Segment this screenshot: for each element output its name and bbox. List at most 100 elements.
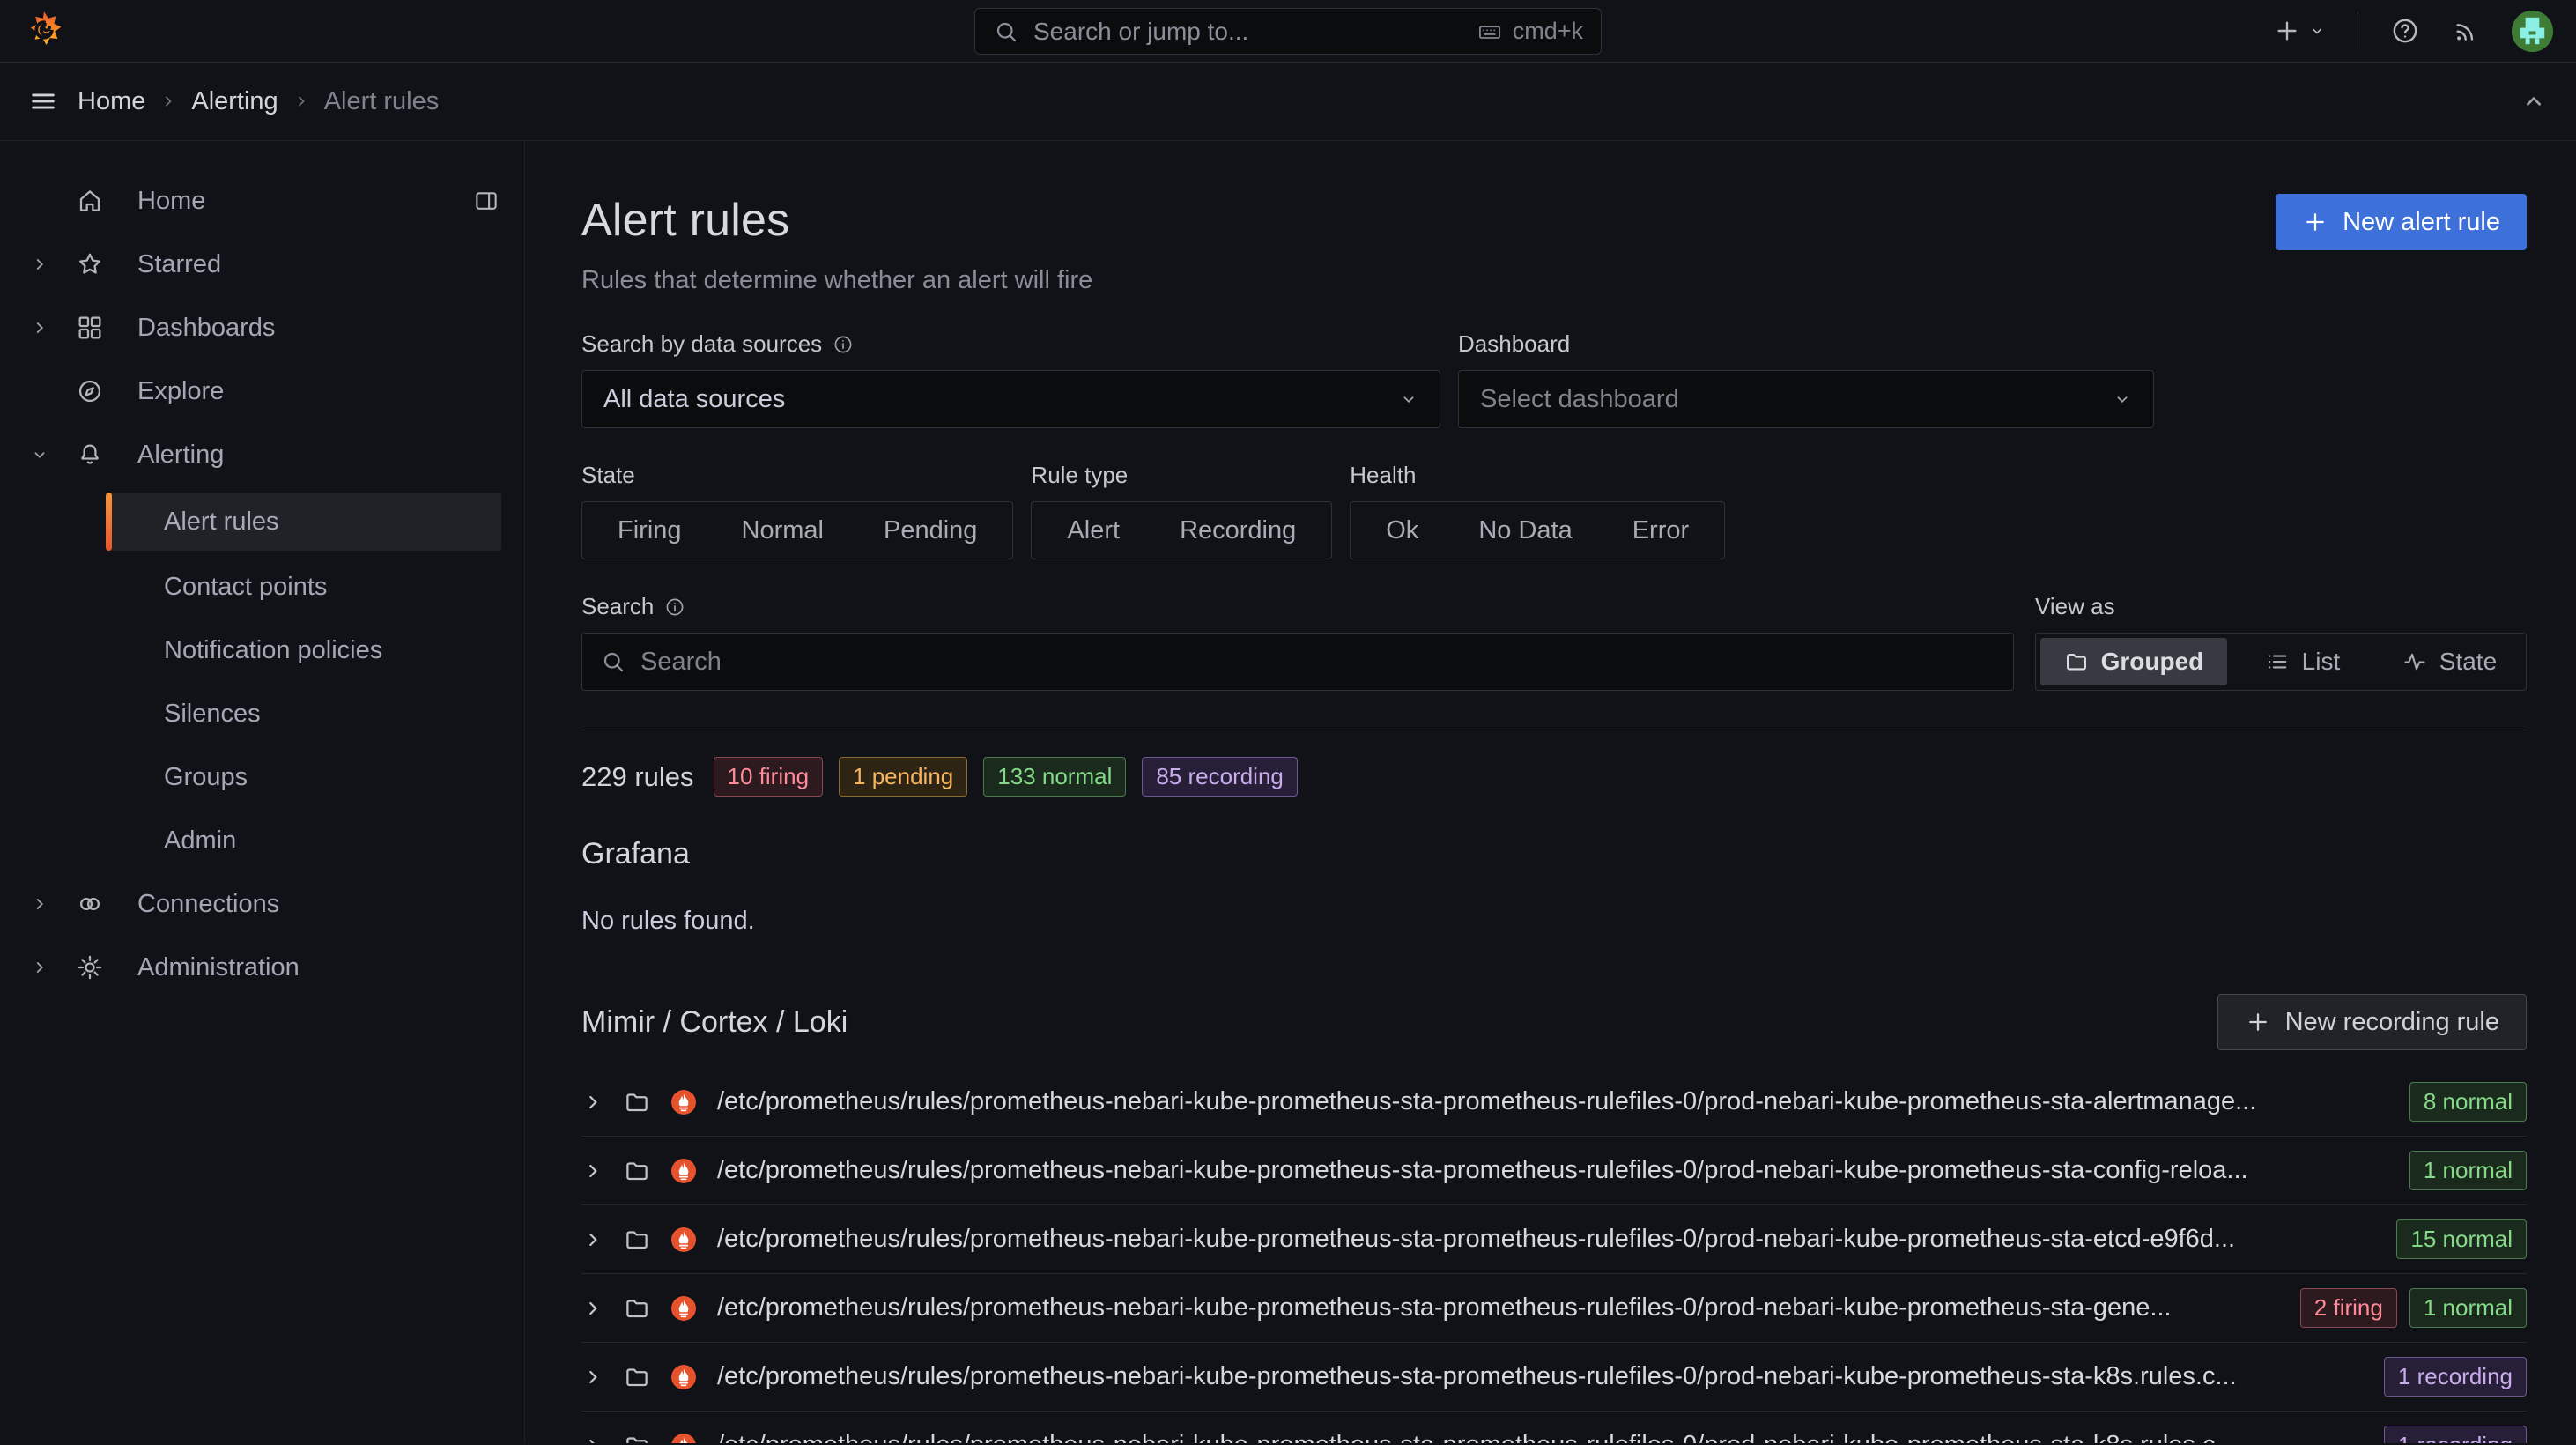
state-option-normal[interactable]: Normal [712, 516, 854, 545]
link-icon [65, 890, 115, 918]
mega-menu-toggle[interactable] [28, 86, 58, 116]
sidebar-item-explore[interactable]: Explore [0, 359, 524, 423]
chevron-right-icon[interactable] [581, 1366, 604, 1389]
breadcrumb: Home Alerting Alert rules [78, 87, 439, 116]
health-option-no-data[interactable]: No Data [1448, 516, 1602, 545]
sidebar-item-dashboards[interactable]: Dashboards [0, 296, 524, 359]
rule-group-row[interactable]: /etc/prometheus/rules/prometheus-nebari-… [581, 1205, 2527, 1274]
chevron-down-icon [1399, 389, 1418, 409]
plus-icon [2273, 17, 2301, 45]
state-filter-label: State [581, 462, 635, 489]
chevron-right-icon[interactable] [581, 1160, 604, 1182]
chevron-right-icon[interactable] [581, 1228, 604, 1251]
datasource-select-value: All data sources [603, 385, 1399, 414]
sidebar-item-starred[interactable]: Starred [0, 233, 524, 296]
pulse-icon [2402, 649, 2427, 674]
rule-group-path[interactable]: /etc/prometheus/rules/prometheus-nebari-… [717, 1087, 2256, 1116]
rule-group-path[interactable]: /etc/prometheus/rules/prometheus-nebari-… [717, 1293, 2172, 1323]
collapse-controls-button[interactable] [2520, 87, 2548, 115]
breadcrumb-alerting[interactable]: Alerting [191, 87, 278, 116]
sidebar-item-alerting[interactable]: Alerting [0, 423, 524, 486]
grafana-app: Search or jump to... cmd+k [0, 0, 2576, 1443]
rule-state-badge: 1 normal [2409, 1288, 2527, 1328]
chevron-right-icon[interactable] [14, 318, 65, 337]
grafana-section: Grafana No rules found. [581, 837, 2527, 936]
breadcrumb-home[interactable]: Home [78, 87, 145, 116]
rules-total-count: 229 rules [581, 761, 694, 793]
rule-group-path[interactable]: /etc/prometheus/rules/prometheus-nebari-… [717, 1362, 2237, 1391]
folder-icon [624, 1089, 650, 1115]
search-icon [600, 648, 626, 675]
topbar-search[interactable]: Search or jump to... cmd+k [974, 8, 1602, 55]
sidebar-item-groups[interactable]: Groups [106, 745, 501, 809]
view-as-state-button[interactable]: State [2378, 638, 2521, 685]
state-option-pending[interactable]: Pending [854, 516, 1007, 545]
sidebar-item-notification-policies[interactable]: Notification policies [106, 619, 501, 682]
sidebar-item-label: Connections [137, 890, 279, 919]
view-as-grouped-button[interactable]: Grouped [2040, 638, 2227, 685]
pending-count-badge: 1 pending [839, 757, 967, 797]
add-menu-button[interactable] [2273, 17, 2326, 45]
new-alert-rule-button[interactable]: New alert rule [2276, 194, 2527, 250]
grafana-logo[interactable] [23, 10, 65, 52]
sidebar-item-connections[interactable]: Connections [0, 872, 524, 936]
sidebar-item-label: Explore [137, 377, 224, 406]
rule-group-row[interactable]: /etc/prometheus/rules/prometheus-nebari-… [581, 1068, 2527, 1137]
news-rss-button[interactable] [2452, 17, 2480, 45]
sidebar-item-alert-rules[interactable]: Alert rules [106, 493, 501, 551]
info-icon [833, 334, 854, 355]
plus-icon [2302, 209, 2328, 235]
help-button[interactable] [2390, 16, 2420, 46]
chevron-right-icon[interactable] [14, 958, 65, 977]
chevron-right-icon[interactable] [581, 1091, 604, 1114]
state-option-firing[interactable]: Firing [588, 516, 712, 545]
rules-search-field [581, 633, 2014, 691]
bell-icon [65, 441, 115, 469]
app-shell: Home Starred [0, 141, 2576, 1443]
datasource-select[interactable]: All data sources [581, 370, 1440, 428]
rule-state-badge: 1 normal [2409, 1151, 2527, 1190]
sidebar-item-admin[interactable]: Admin [106, 809, 501, 872]
no-rules-found-text: No rules found. [581, 907, 2527, 936]
chevron-right-icon[interactable] [14, 255, 65, 274]
view-as-list-button[interactable]: List [2231, 638, 2374, 685]
page-header: Alert rules Rules that determine whether… [581, 180, 2527, 295]
sidebar-item-silences[interactable]: Silences [106, 682, 501, 745]
dashboard-select[interactable]: Select dashboard [1458, 370, 2154, 428]
rule-group-row[interactable]: /etc/prometheus/rules/prometheus-nebari-… [581, 1137, 2527, 1205]
chevron-right-icon[interactable] [581, 1297, 604, 1320]
rule-group-path[interactable]: /etc/prometheus/rules/prometheus-nebari-… [717, 1225, 2235, 1254]
rule-state-badge: 1 recording [2384, 1357, 2527, 1397]
topbar-search-shortcut: cmd+k [1477, 18, 1583, 45]
chevron-right-icon [159, 93, 177, 110]
rule-group-row[interactable]: /etc/prometheus/rules/prometheus-nebari-… [581, 1274, 2527, 1343]
sidebar-item-contact-points[interactable]: Contact points [106, 555, 501, 619]
sidebar-item-label: Starred [137, 250, 221, 279]
sidebar-item-administration[interactable]: Administration [0, 936, 524, 999]
rule-group-path[interactable]: /etc/prometheus/rules/prometheus-nebari-… [717, 1156, 2248, 1185]
rule-group-path[interactable]: /etc/prometheus/rules/prometheus-nebari-… [717, 1431, 2237, 1443]
new-recording-rule-button[interactable]: New recording rule [2217, 994, 2527, 1050]
health-filter-label: Health [1350, 462, 1416, 489]
chevron-right-icon[interactable] [14, 894, 65, 914]
rule-type-option-recording[interactable]: Recording [1150, 516, 1326, 545]
sidebar-item-label: Alerting [137, 441, 224, 470]
health-option-ok[interactable]: Ok [1356, 516, 1448, 545]
folder-icon [624, 1433, 650, 1444]
sidebar-item-home[interactable]: Home [0, 169, 524, 233]
dock-sidebar-icon[interactable] [473, 188, 500, 214]
prometheus-icon [670, 1432, 698, 1444]
topbar-search-placeholder: Search or jump to... [1033, 18, 1463, 46]
health-option-error[interactable]: Error [1603, 516, 1719, 545]
rules-search-input[interactable] [640, 648, 1995, 677]
rule-type-option-alert[interactable]: Alert [1037, 516, 1150, 545]
folder-icon [624, 1295, 650, 1322]
page-subtitle: Rules that determine whether an alert wi… [581, 266, 1092, 295]
rule-group-row[interactable]: /etc/prometheus/rules/prometheus-nebari-… [581, 1412, 2527, 1443]
info-icon [664, 597, 685, 618]
home-icon [65, 187, 115, 215]
chevron-right-icon[interactable] [581, 1434, 604, 1444]
rule-group-row[interactable]: /etc/prometheus/rules/prometheus-nebari-… [581, 1343, 2527, 1412]
chevron-down-icon[interactable] [14, 445, 65, 464]
user-avatar[interactable] [2512, 11, 2553, 52]
